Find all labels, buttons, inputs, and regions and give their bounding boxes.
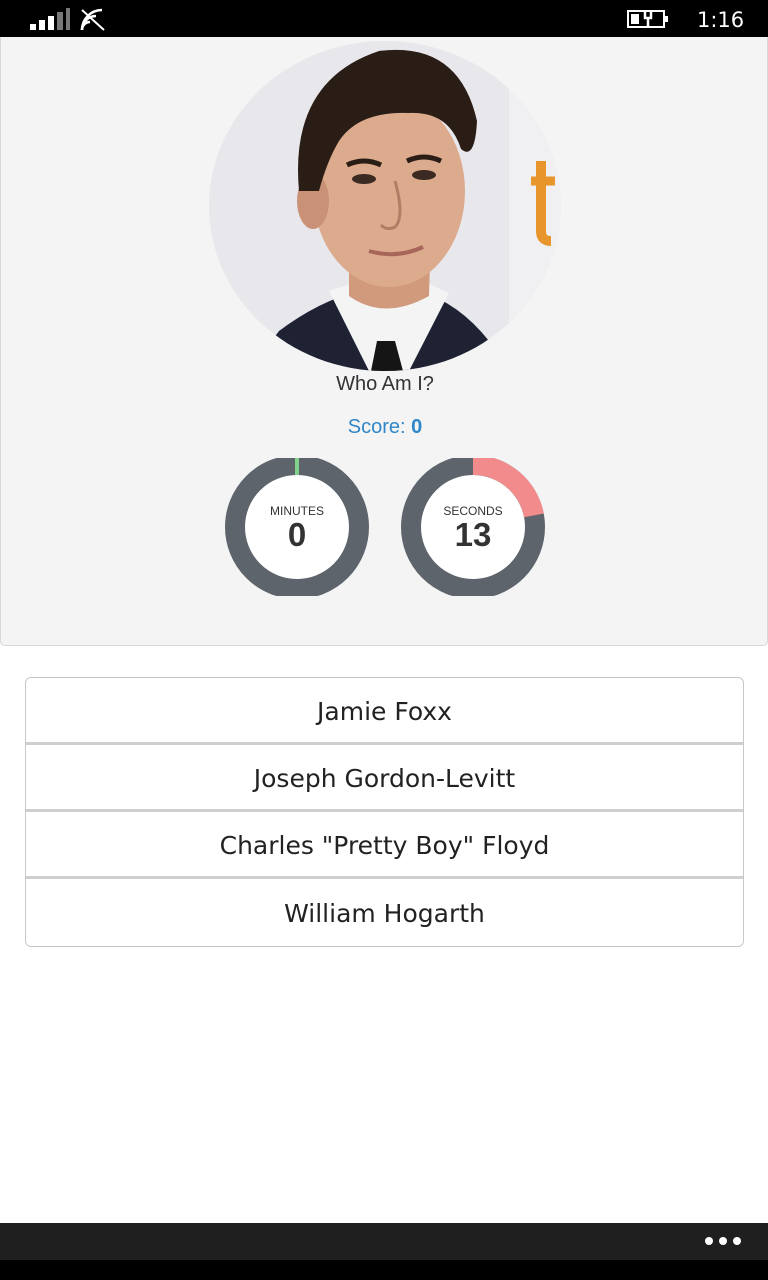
wifi-icon bbox=[80, 8, 105, 31]
answer-option-4[interactable]: William Hogarth bbox=[26, 880, 743, 946]
seconds-value: 13 bbox=[454, 516, 492, 553]
answer-option-3[interactable]: Charles "Pretty Boy" Floyd bbox=[26, 812, 743, 879]
seconds-timer: SECONDS 13 bbox=[399, 458, 547, 596]
minutes-value: 0 bbox=[287, 516, 307, 553]
score-label: Score: bbox=[347, 416, 406, 438]
score-display: Score: 0 bbox=[1, 416, 768, 439]
celebrity-photo bbox=[209, 41, 561, 371]
app-bar bbox=[0, 1223, 768, 1260]
minutes-timer: MINUTES 0 bbox=[223, 458, 371, 596]
answer-option-1[interactable]: Jamie Foxx bbox=[26, 678, 743, 745]
answer-list: Jamie Foxx Joseph Gordon-Levitt Charles … bbox=[25, 677, 744, 947]
status-bar: 1:16 bbox=[0, 0, 768, 37]
question-text: Who Am I? bbox=[336, 373, 434, 395]
answer-option-2[interactable]: Joseph Gordon-Levitt bbox=[26, 745, 743, 812]
battery-charging-icon bbox=[627, 10, 668, 28]
status-time: 1:16 bbox=[697, 8, 745, 32]
more-dots-icon[interactable] bbox=[702, 1231, 744, 1251]
quiz-card: Who Am I? Score: 0 MINUTES 0 SECONDS 13 bbox=[0, 37, 768, 646]
bottom-strip bbox=[0, 1260, 768, 1280]
signal-icon bbox=[30, 8, 70, 30]
score-value: 0 bbox=[411, 416, 423, 438]
